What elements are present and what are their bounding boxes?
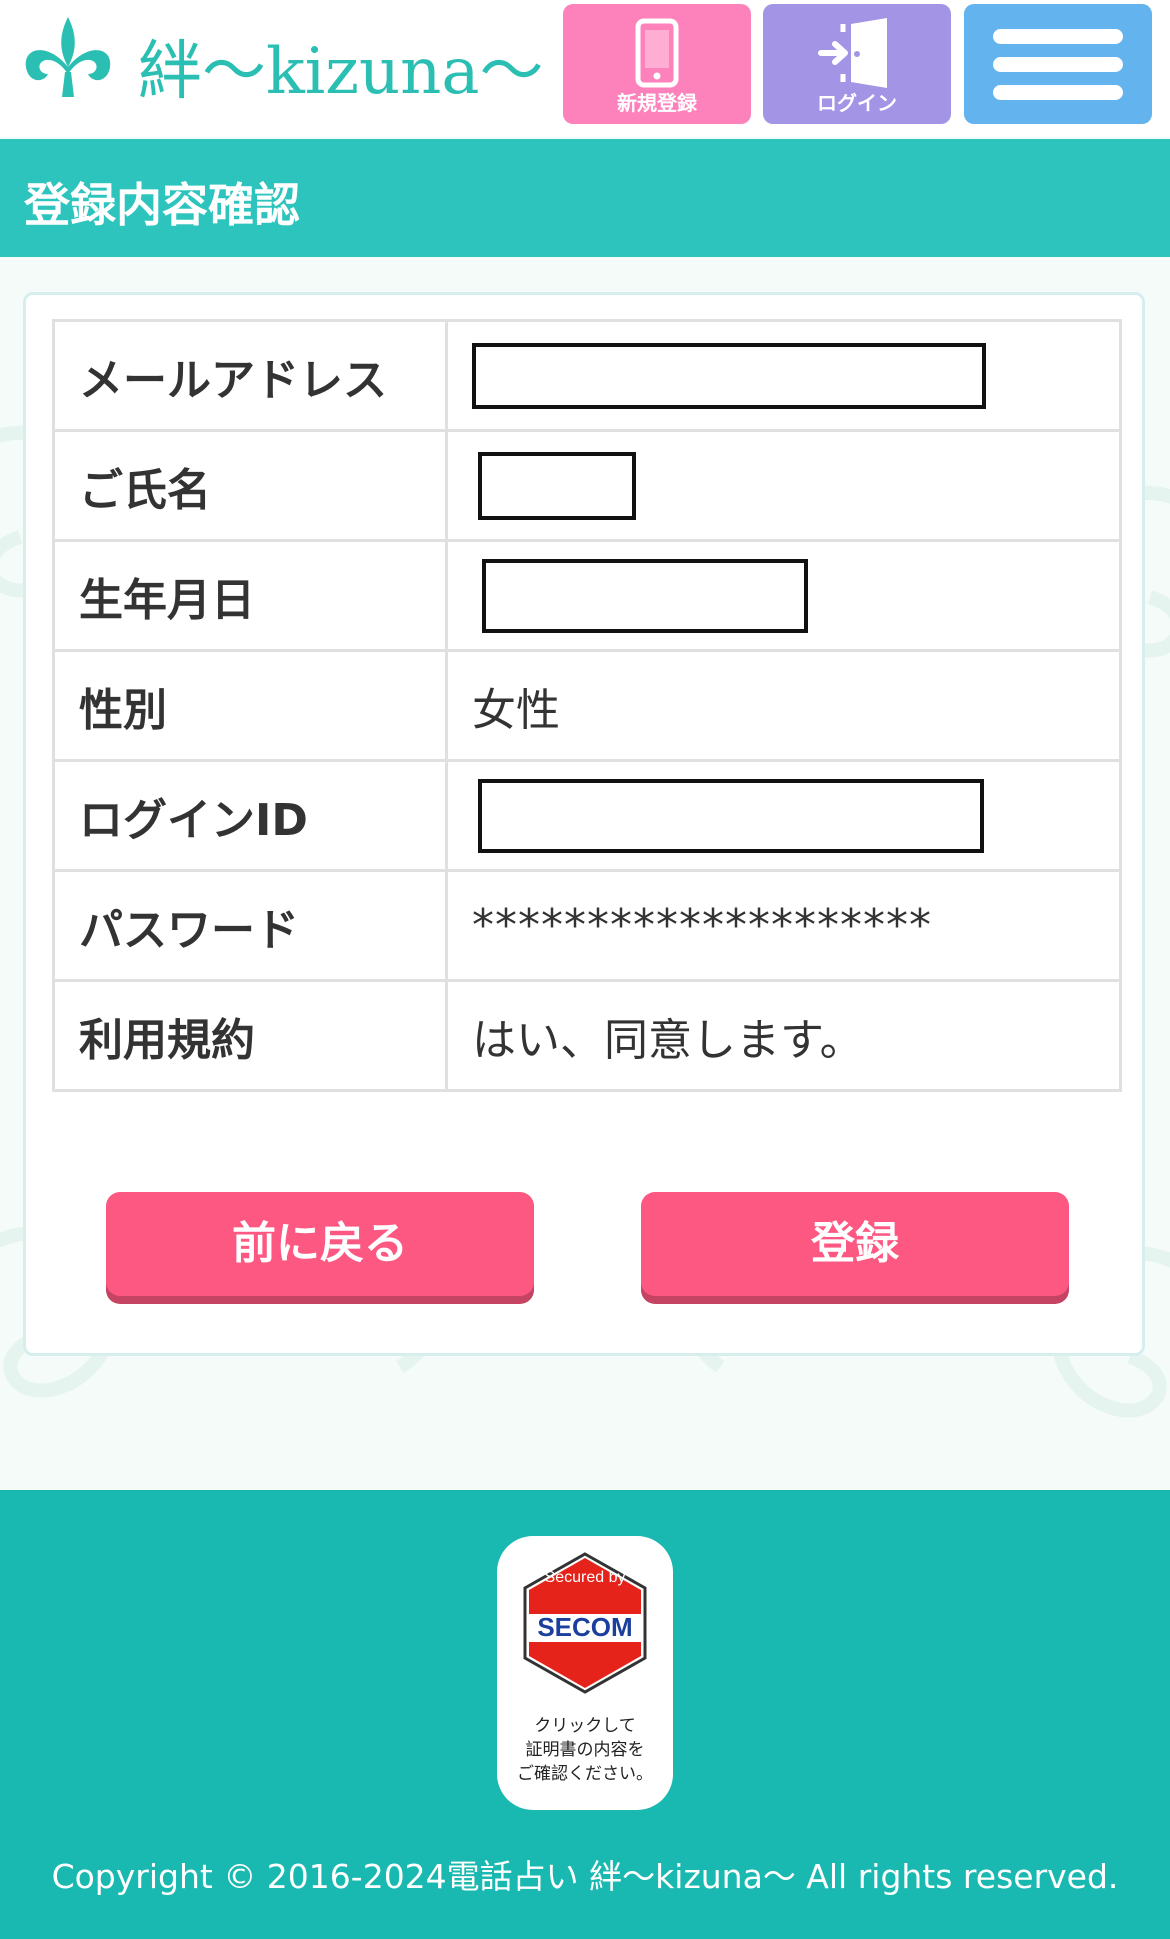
row-label: 利用規約: [52, 979, 448, 1092]
login-label: ログイン: [817, 91, 897, 115]
back-button[interactable]: 前に戻る: [106, 1192, 534, 1296]
table-row-password: パスワード ********************: [52, 869, 1122, 982]
redacted-box: [478, 451, 636, 520]
name-value: [445, 429, 1122, 542]
copyright-text: Copyright © 2016-2024電話占い 絆～kizuna～ All …: [51, 1857, 1119, 1896]
table-row-gender: 性別 女性: [52, 649, 1122, 762]
table-row-name: ご氏名: [52, 429, 1122, 542]
register-button[interactable]: 新規登録: [563, 4, 751, 124]
secom-note-line: クリックして: [534, 1716, 636, 1736]
redacted-box: [482, 558, 808, 633]
register-label: 新規登録: [617, 91, 697, 115]
row-label: 生年月日: [52, 539, 448, 652]
redacted-box: [472, 342, 986, 409]
table-row-terms: 利用規約 はい、同意します。: [52, 979, 1122, 1092]
secom-note-line: 証明書の内容を: [525, 1740, 645, 1760]
badge-brand-text: SECOM: [537, 1612, 632, 1642]
login-button[interactable]: ログイン: [763, 4, 951, 124]
row-label: パスワード: [52, 869, 448, 982]
submit-register-button[interactable]: 登録: [641, 1192, 1069, 1296]
table-row-login-id: ログインID: [52, 759, 1122, 872]
email-value: [445, 319, 1122, 432]
menu-bar-icon: [993, 29, 1123, 44]
secom-note-line: ご確認ください。: [517, 1764, 653, 1784]
secom-seal[interactable]: Secured by SECOM クリックして 証明書の内容を ご確認ください。: [497, 1536, 673, 1810]
table-row-email: メールアドレス: [52, 319, 1122, 432]
row-label: ご氏名: [52, 429, 448, 542]
site-header: 絆～kizuna～ 新規登録 ログイン: [0, 0, 1170, 137]
menu-bar-icon: [993, 57, 1123, 72]
redacted-box: [478, 778, 984, 853]
login-id-value: [445, 759, 1122, 872]
site-footer: Secured by SECOM クリックして 証明書の内容を ご確認ください。…: [0, 1490, 1170, 1939]
hamburger-menu-button[interactable]: [964, 4, 1152, 124]
secom-shield-icon: Secured by SECOM: [523, 1552, 647, 1694]
gender-value: 女性: [445, 649, 1122, 762]
password-value: ********************: [445, 869, 1122, 982]
fleur-logo-icon: [25, 17, 111, 97]
smartphone-icon: [635, 18, 679, 88]
birthdate-value: [445, 539, 1122, 652]
page-title-bar: 登録内容確認: [0, 139, 1170, 257]
logo-text: 絆～kizuna～: [138, 35, 544, 109]
secom-note: クリックして 証明書の内容を ご確認ください。: [497, 1714, 673, 1786]
table-row-birthdate: 生年月日: [52, 539, 1122, 652]
page-title: 登録内容確認: [24, 178, 300, 232]
terms-value: はい、同意します。: [445, 979, 1122, 1092]
row-label: 性別: [52, 649, 448, 762]
menu-bar-icon: [993, 85, 1123, 100]
row-label: メールアドレス: [52, 319, 448, 432]
login-door-icon: [818, 18, 887, 88]
badge-top-text: Secured by: [545, 1569, 626, 1586]
row-label: ログインID: [52, 759, 448, 872]
confirmation-table: メールアドレス ご氏名 生年月日 性別 女性 ログインID パスワード ****…: [52, 319, 1122, 1092]
confirmation-card: メールアドレス ご氏名 生年月日 性別 女性 ログインID パスワード ****…: [23, 292, 1145, 1356]
site-logo[interactable]: 絆～kizuna～: [18, 12, 544, 112]
